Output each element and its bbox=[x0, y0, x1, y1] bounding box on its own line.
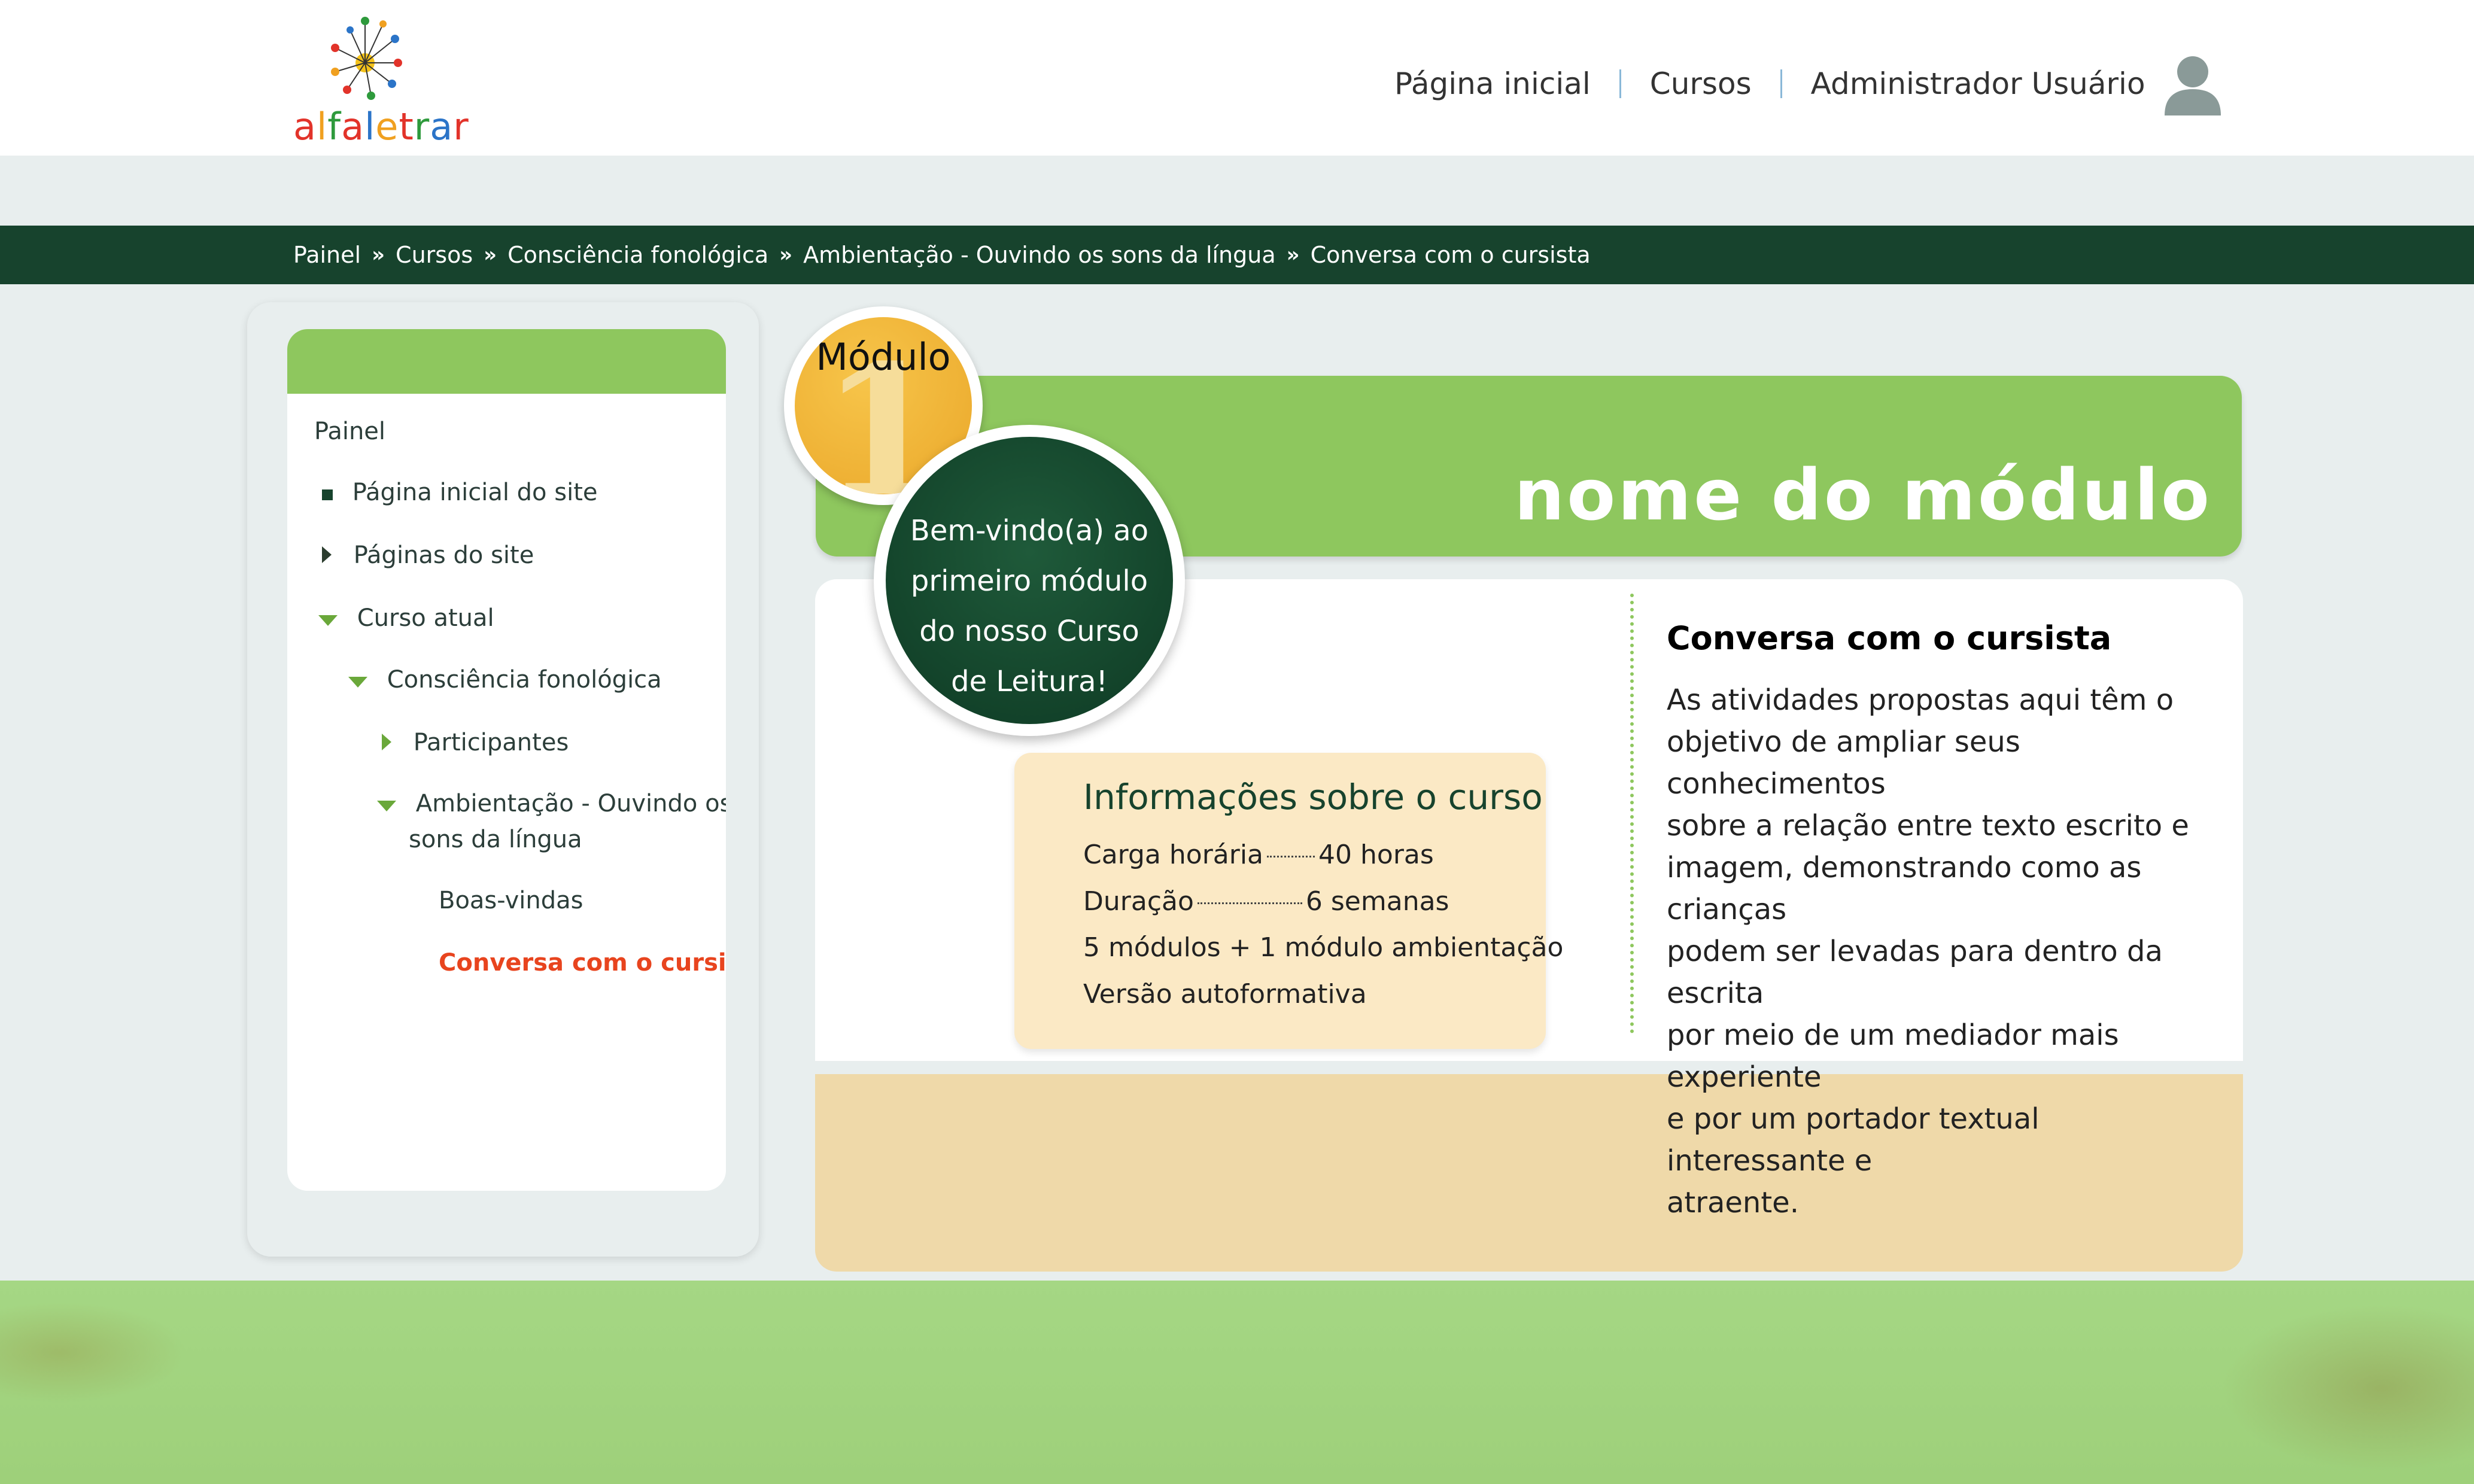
welcome-line: do nosso Curso bbox=[919, 615, 1139, 648]
sidebar-item-site-pages[interactable]: Páginas do site bbox=[322, 542, 534, 569]
nav-home-link[interactable]: Página inicial bbox=[1394, 66, 1591, 101]
breadcrumb: Painel » Cursos » Consciência fonológica… bbox=[293, 226, 1591, 284]
triangle-down-icon[interactable] bbox=[318, 615, 338, 626]
course-duration: Duração 6 semanas bbox=[1083, 886, 1449, 917]
course-info-title: Informações sobre o curso bbox=[1083, 777, 1543, 817]
conversa-line: e por um portador textual interessante e bbox=[1667, 1102, 2040, 1178]
sidebar-item-label: Páginas do site bbox=[353, 542, 534, 569]
sidebar-item-label: Ambientação - Ouvindo os bbox=[415, 790, 726, 817]
breadcrumb-separator-icon: » bbox=[779, 243, 793, 267]
top-navigation: Página inicial Cursos Administrador Usuá… bbox=[1394, 56, 2226, 115]
sidebar-item-painel[interactable]: Painel bbox=[314, 418, 385, 445]
logo-wordmark[interactable]: alfaletrar bbox=[293, 105, 469, 148]
course-workload: Carga horária 40 horas bbox=[1083, 840, 1434, 870]
module-label: Módulo bbox=[816, 335, 951, 379]
breadcrumb-bar: Painel » Cursos » Consciência fonológica… bbox=[0, 226, 2474, 284]
logo-letter: r bbox=[453, 105, 469, 148]
dotted-divider bbox=[1630, 594, 1634, 1033]
site-header: alfaletrar Página inicial Cursos Adminis… bbox=[0, 0, 2474, 156]
conversa-line: imagem, demonstrando como as crianças bbox=[1667, 851, 2142, 926]
welcome-badge-inner: Bem-vindo(a) ao primeiro módulo do nosso… bbox=[886, 437, 1173, 724]
conversa-line: objetivo de ampliar seus conhecimentos bbox=[1667, 725, 2020, 801]
breadcrumb-separator-icon: » bbox=[372, 243, 385, 267]
welcome-line: primeiro módulo bbox=[910, 564, 1148, 598]
conversa-line: As atividades propostas aqui têm o bbox=[1667, 683, 2174, 717]
breadcrumb-current[interactable]: Conversa com o cursista bbox=[1311, 242, 1591, 268]
grass-background bbox=[0, 1281, 2474, 1484]
nav-separator bbox=[1780, 69, 1782, 98]
logo-letter: l bbox=[317, 105, 328, 148]
sidebar-item-label: Consciência fonológica bbox=[387, 666, 662, 694]
sidebar-item-conversa-active[interactable]: Conversa com o cursista bbox=[439, 949, 726, 977]
course-version: Versão autoformativa bbox=[1083, 979, 1367, 1009]
sidebar-item-current-course[interactable]: Curso atual bbox=[318, 604, 494, 632]
welcome-text: Bem-vindo(a) ao primeiro módulo do nosso… bbox=[910, 506, 1149, 707]
workload-label: Carga horária bbox=[1083, 840, 1264, 870]
user-avatar-icon[interactable] bbox=[2160, 51, 2226, 117]
logo-letter: r bbox=[414, 105, 430, 148]
nav-separator bbox=[1619, 69, 1621, 98]
nav-courses-link[interactable]: Cursos bbox=[1650, 66, 1752, 101]
conversa-line: podem ser levadas para dentro da escrita bbox=[1667, 935, 2163, 1010]
welcome-line: de Leitura! bbox=[951, 665, 1108, 698]
nav-user-name[interactable]: Administrador Usuário bbox=[1811, 66, 2145, 101]
conversa-line: atraente. bbox=[1667, 1186, 1799, 1220]
workload-value: 40 horas bbox=[1318, 840, 1434, 870]
navigation-block-header bbox=[287, 329, 726, 394]
breadcrumb-link[interactable]: Consciência fonológica bbox=[507, 242, 768, 268]
sidebar-item-participantes[interactable]: Participantes bbox=[382, 729, 569, 756]
welcome-line: Bem-vindo(a) ao bbox=[910, 514, 1149, 548]
leader-dots bbox=[1197, 902, 1302, 904]
breadcrumb-separator-icon: » bbox=[1286, 243, 1300, 267]
breadcrumb-link[interactable]: Ambientação - Ouvindo os sons da língua bbox=[803, 242, 1276, 268]
sidebar-item-ambientacao[interactable]: Ambientação - Ouvindo os bbox=[377, 790, 726, 817]
welcome-badge: Bem-vindo(a) ao primeiro módulo do nosso… bbox=[874, 425, 1185, 736]
sidebar-item-label[interactable]: sons da língua bbox=[409, 826, 582, 853]
logo-letter: a bbox=[293, 105, 317, 148]
logo-letter: a bbox=[341, 105, 365, 148]
conversa-title: Conversa com o cursista bbox=[1667, 619, 2112, 657]
triangle-down-icon[interactable] bbox=[377, 801, 396, 811]
course-info-box: Informações sobre o curso Carga horária 4… bbox=[1014, 753, 1563, 1049]
conversa-line: sobre a relação entre texto escrito e bbox=[1667, 809, 2189, 843]
sidebar-item-boas-vindas[interactable]: Boas-vindas bbox=[439, 887, 583, 914]
conversa-text: As atividades propostas aqui têm o objet… bbox=[1667, 679, 2205, 1224]
logo-letter: f bbox=[327, 105, 342, 148]
square-bullet-icon bbox=[322, 489, 333, 500]
breadcrumb-separator-icon: » bbox=[484, 243, 497, 267]
sidebar-item-label: Página inicial do site bbox=[352, 479, 598, 506]
logo-letter: t bbox=[399, 105, 414, 148]
sidebar-item-site-home[interactable]: Página inicial do site bbox=[322, 479, 597, 506]
navigation-block: Painel Página inicial do site Páginas do… bbox=[287, 329, 726, 1191]
leader-dots bbox=[1267, 855, 1315, 857]
sidebar-item-label: Participantes bbox=[413, 729, 569, 756]
logo-letter: e bbox=[375, 105, 399, 148]
logo-letter: a bbox=[430, 105, 454, 148]
triangle-down-icon[interactable] bbox=[348, 677, 367, 688]
duration-label: Duração bbox=[1083, 886, 1194, 917]
duration-value: 6 semanas bbox=[1305, 886, 1449, 917]
breadcrumb-link[interactable]: Cursos bbox=[396, 242, 473, 268]
module-title: nome do módulo bbox=[1514, 454, 2212, 536]
course-modules: 5 módulos + 1 módulo ambientação bbox=[1083, 932, 1564, 963]
sidebar-item-consciencia[interactable]: Consciência fonológica bbox=[348, 666, 662, 694]
breadcrumb-link[interactable]: Painel bbox=[293, 242, 361, 268]
triangle-right-icon[interactable] bbox=[382, 734, 391, 750]
conversa-line: por meio de um mediador mais experiente bbox=[1667, 1018, 2119, 1094]
logo-letter: l bbox=[364, 105, 376, 148]
triangle-right-icon[interactable] bbox=[322, 546, 332, 563]
sidebar-item-label: Curso atual bbox=[357, 604, 494, 632]
